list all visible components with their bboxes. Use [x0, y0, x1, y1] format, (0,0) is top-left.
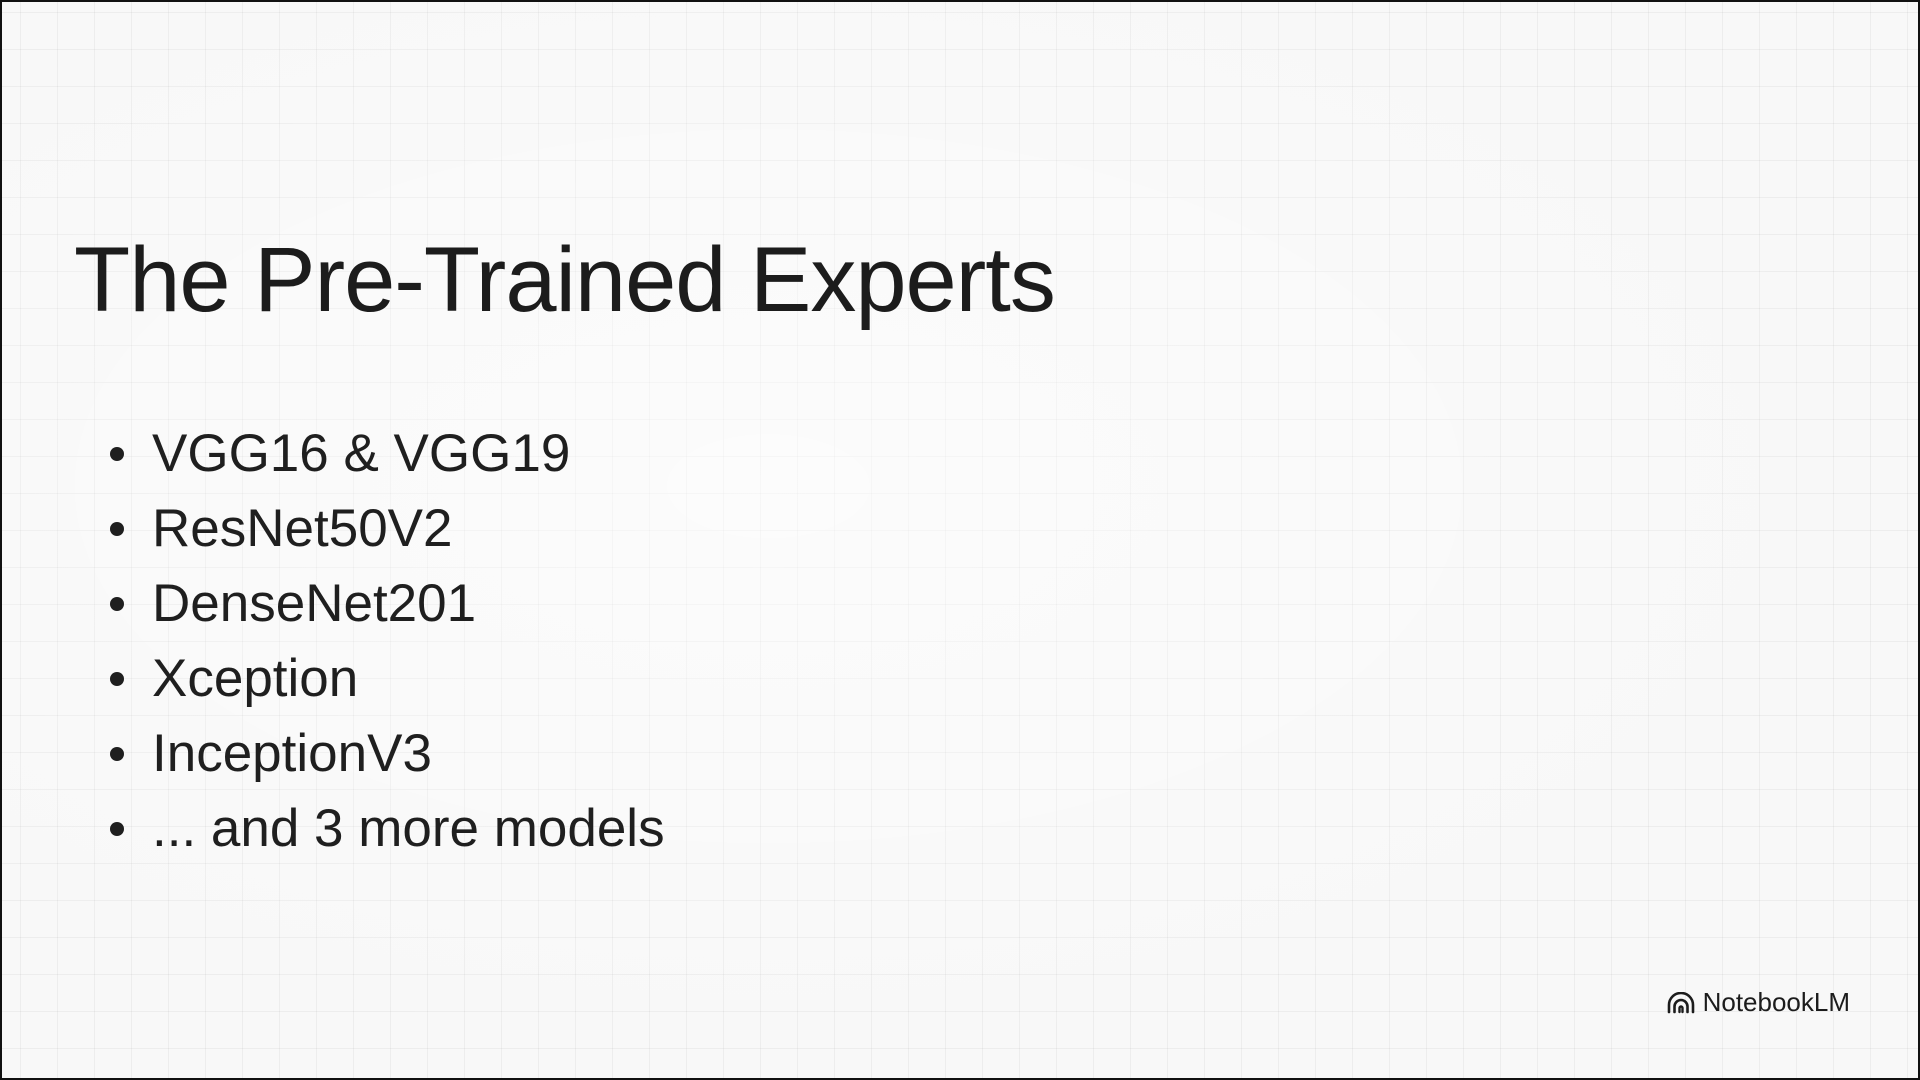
bullet-text: Xception — [152, 649, 359, 708]
bullet-text: InceptionV3 — [152, 724, 432, 783]
bullet-dot-icon — [110, 521, 124, 536]
bullet-item: DenseNet201 — [110, 566, 665, 641]
bullet-item: ResNet50V2 — [110, 491, 665, 566]
bullet-dot-icon — [110, 446, 124, 461]
notebooklm-logo-icon — [1667, 991, 1694, 1013]
bullet-item: InceptionV3 — [110, 716, 665, 791]
bullet-text: VGG16 & VGG19 — [152, 424, 571, 483]
bullet-item: VGG16 & VGG19 — [110, 416, 665, 491]
bullet-item: ... and 3 more models — [110, 791, 665, 866]
bullet-item: Xception — [110, 641, 665, 716]
bullet-text: ResNet50V2 — [152, 499, 453, 558]
slide-title: The Pre-Trained Experts — [74, 229, 1056, 331]
brand-watermark: NotebookLM — [1667, 987, 1850, 1018]
slide: The Pre-Trained Experts VGG16 & VGG19 Re… — [0, 0, 1920, 1080]
bullet-dot-icon — [110, 746, 124, 761]
bullet-text: DenseNet201 — [152, 574, 477, 633]
bullet-dot-icon — [110, 821, 124, 836]
bullet-list: VGG16 & VGG19 ResNet50V2 DenseNet201 Xce… — [110, 416, 665, 866]
bullet-text: ... and 3 more models — [152, 799, 665, 858]
bullet-dot-icon — [110, 596, 124, 611]
bullet-dot-icon — [110, 671, 124, 686]
brand-label: NotebookLM — [1702, 987, 1850, 1017]
